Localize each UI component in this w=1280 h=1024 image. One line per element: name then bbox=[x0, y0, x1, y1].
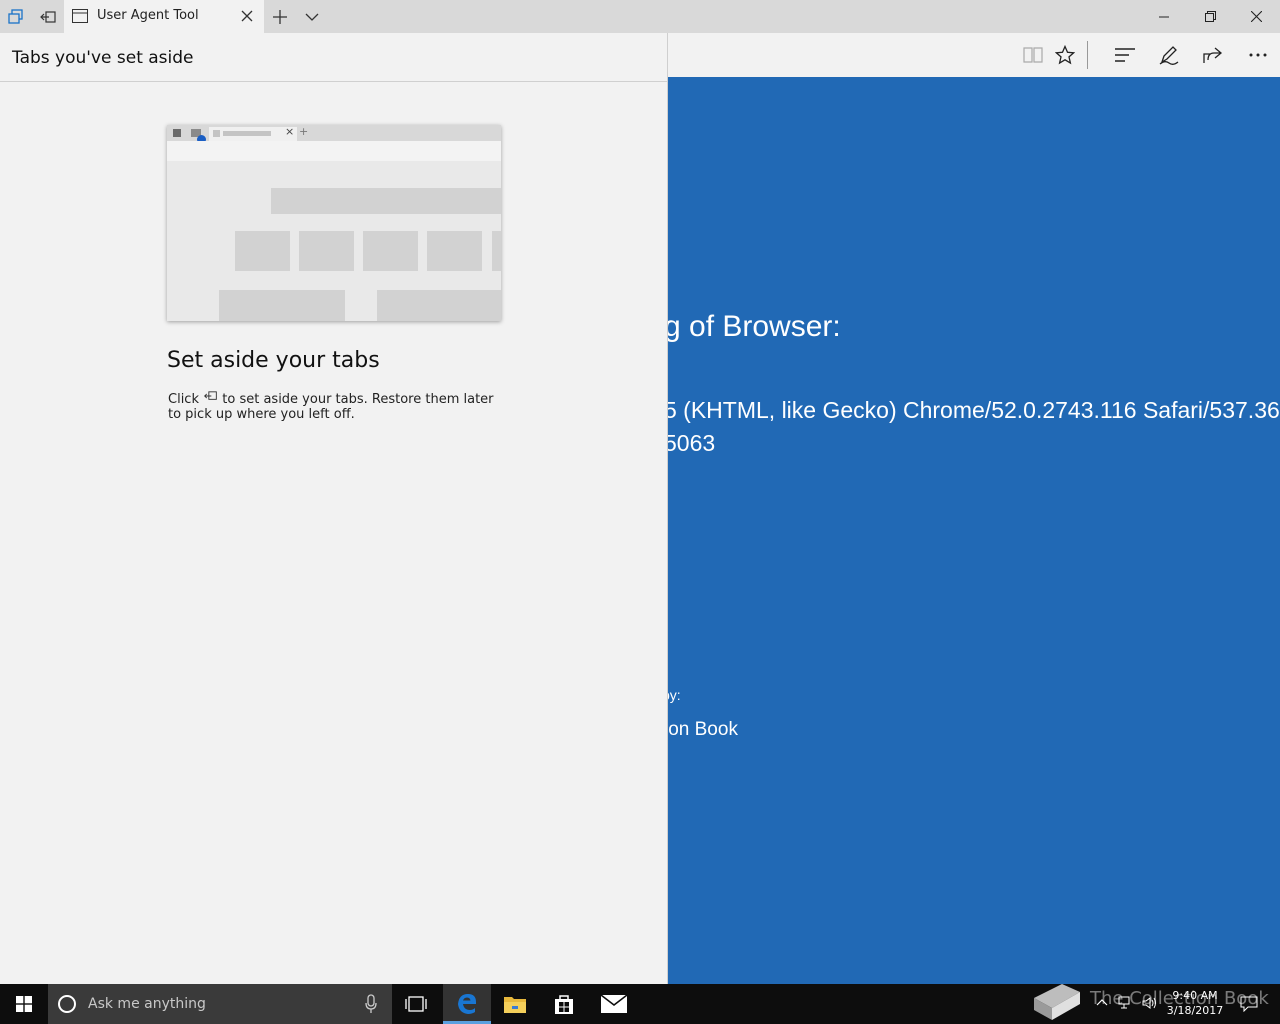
browser-toolbar bbox=[668, 33, 1280, 77]
star-icon bbox=[1055, 45, 1075, 65]
date-text: 3/18/2017 bbox=[1166, 1004, 1224, 1017]
set-aside-icon bbox=[204, 391, 217, 400]
credit-link[interactable]: ion Book bbox=[668, 719, 738, 741]
time-text: 9:40 AM bbox=[1172, 989, 1218, 1002]
set-aside-illustration: × + bbox=[167, 125, 501, 321]
close-window-button[interactable] bbox=[1233, 0, 1279, 33]
title-bar: User Agent Tool bbox=[0, 0, 1280, 33]
edge-icon bbox=[458, 993, 476, 1014]
restore-button[interactable] bbox=[1187, 0, 1233, 33]
more-icon bbox=[1249, 53, 1267, 57]
more-button[interactable] bbox=[1245, 42, 1271, 68]
chevron-up-icon[interactable] bbox=[1096, 998, 1108, 1006]
page-heading: g of Browser: bbox=[668, 310, 841, 343]
volume-icon[interactable] bbox=[1142, 996, 1158, 1010]
restore-icon bbox=[1204, 11, 1216, 22]
cortana-search[interactable]: Ask me anything bbox=[48, 984, 392, 1024]
book-logo-icon bbox=[1034, 984, 1080, 1020]
minimize-button[interactable] bbox=[1141, 0, 1187, 33]
book-icon bbox=[1023, 47, 1043, 63]
hub-button[interactable] bbox=[1112, 42, 1138, 68]
set-aside-panel: Tabs you've set aside × + Set aside your… bbox=[0, 33, 668, 984]
share-icon bbox=[1203, 47, 1223, 63]
favorite-button[interactable] bbox=[1052, 42, 1078, 68]
windows-logo-icon bbox=[16, 996, 32, 1012]
plus-icon bbox=[273, 9, 287, 24]
credit-label: by: bbox=[668, 687, 681, 703]
chevron-down-icon bbox=[305, 13, 319, 21]
illustration-plus: + bbox=[299, 125, 309, 138]
panel-description: Click to set aside your tabs. Restore th… bbox=[168, 391, 494, 422]
new-tab-button[interactable] bbox=[264, 0, 296, 33]
tab-user-agent-tool[interactable]: User Agent Tool bbox=[64, 0, 264, 33]
illustration-tab: × bbox=[209, 125, 297, 141]
task-view-button[interactable] bbox=[392, 984, 440, 1024]
share-button[interactable] bbox=[1200, 42, 1226, 68]
clock[interactable]: 9:40 AM 3/18/2017 bbox=[1160, 988, 1230, 1018]
hub-icon bbox=[1115, 48, 1135, 62]
set-aside-tabs-button[interactable] bbox=[32, 0, 64, 33]
reading-view-button[interactable] bbox=[1020, 42, 1046, 68]
task-view-icon bbox=[405, 996, 427, 1012]
panel-heading: Set aside your tabs bbox=[167, 348, 380, 373]
close-tab-icon[interactable] bbox=[240, 9, 254, 23]
tab-preview-button[interactable] bbox=[0, 0, 32, 33]
illustration-addressbar bbox=[167, 141, 501, 161]
network-icon[interactable] bbox=[1118, 996, 1134, 1010]
microphone-icon[interactable] bbox=[364, 994, 378, 1014]
user-agent-string: 5 (KHTML, like Gecko) Chrome/52.0.2743.1… bbox=[668, 397, 1280, 423]
panel-header: Tabs you've set aside bbox=[0, 33, 667, 82]
tabs-preview-icon bbox=[8, 8, 23, 24]
illustration-tabs-icon bbox=[173, 129, 181, 137]
web-note-button[interactable] bbox=[1156, 42, 1182, 68]
page-icon bbox=[72, 9, 88, 23]
set-aside-icon bbox=[40, 10, 56, 23]
user-agent-string-cont: 5063 bbox=[668, 430, 716, 456]
mail-icon bbox=[601, 995, 627, 1013]
tab-list-button[interactable] bbox=[296, 0, 328, 33]
edge-taskbar-button[interactable] bbox=[443, 984, 491, 1024]
toolbar-divider bbox=[1087, 41, 1088, 69]
close-icon bbox=[1250, 11, 1262, 22]
start-button[interactable] bbox=[0, 984, 48, 1024]
cortana-icon bbox=[58, 995, 76, 1013]
minimize-icon bbox=[1159, 16, 1169, 17]
folder-icon bbox=[504, 997, 526, 1013]
web-content: g of Browser: 5 (KHTML, like Gecko) Chro… bbox=[668, 77, 1280, 984]
store-button[interactable] bbox=[540, 984, 588, 1024]
pen-icon bbox=[1159, 46, 1179, 65]
taskbar: Ask me anything The Collection Book 9:40… bbox=[0, 984, 1280, 1024]
file-explorer-button[interactable] bbox=[491, 984, 539, 1024]
search-input[interactable]: Ask me anything bbox=[88, 996, 206, 1012]
mail-button[interactable] bbox=[590, 984, 638, 1024]
tab-title: User Agent Tool bbox=[97, 8, 199, 23]
store-icon bbox=[555, 995, 573, 1014]
panel-title: Tabs you've set aside bbox=[12, 48, 194, 68]
action-center-icon[interactable] bbox=[1240, 996, 1258, 1012]
